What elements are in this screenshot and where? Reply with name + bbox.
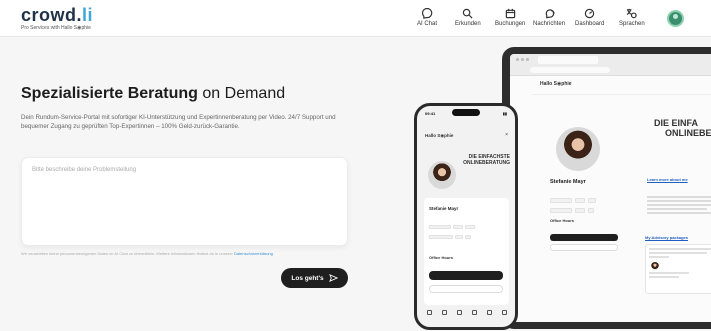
phone-brand-logo: Hallo S◉phie bbox=[425, 133, 454, 138]
nav-buchungen[interactable]: Buchungen bbox=[495, 8, 525, 34]
mockup-headline: DIE EINFA ONLINEBE bbox=[654, 118, 711, 138]
nav-label: Nachrichten bbox=[533, 21, 566, 27]
phone-bottom-nav bbox=[427, 310, 507, 315]
problem-description-input[interactable] bbox=[21, 157, 348, 246]
phone-mockup: 09:41 ▮▮ Hallo S◉phie × DIE EINFACHSTE O… bbox=[414, 103, 518, 330]
mockup-brand-logo: Hallo S◉phie bbox=[540, 81, 572, 87]
nav-label: AI Chat bbox=[417, 21, 438, 27]
nav-nachrichten[interactable]: Nachrichten bbox=[533, 8, 565, 34]
laptop-screen: Hallo S◉phie DIE EINFA ONLINEBE Stefanie… bbox=[510, 54, 711, 322]
logo-wordmark: crowd.li bbox=[21, 5, 94, 25]
phone-headline: DIE EINFACHSTE ONLINEBERATUNG bbox=[463, 154, 510, 166]
mockup-primary-button bbox=[550, 234, 618, 241]
search-icon bbox=[463, 8, 473, 19]
phone-notch bbox=[452, 109, 480, 116]
privacy-notice: Wir verarbeiten keine personenbezogenen … bbox=[21, 251, 273, 256]
nav-label: Erkunden bbox=[455, 21, 481, 27]
calendar-icon bbox=[505, 8, 515, 19]
nav-label: Buchungen bbox=[495, 21, 526, 27]
logo-subtitle: Pro Services with Hallo S◉phie bbox=[21, 25, 91, 31]
crowdli-logo[interactable]: crowd.li Pro Services with Hallo S◉phie bbox=[21, 6, 93, 31]
top-navigation-bar: crowd.li Pro Services with Hallo S◉phie … bbox=[0, 0, 711, 37]
phone-expert-name: Stefanie Mayr bbox=[429, 206, 459, 211]
nav-dashboard[interactable]: Dashboard bbox=[575, 8, 604, 34]
office-hours-title: Office Hours bbox=[550, 218, 575, 223]
language-icon bbox=[626, 8, 638, 19]
phone-primary-button bbox=[429, 271, 503, 280]
expert-name: Stefanie Mayr bbox=[550, 179, 586, 185]
chat-icon bbox=[421, 8, 432, 19]
nav-label: Dashboard bbox=[575, 21, 605, 27]
nav-erkunden[interactable]: Erkunden bbox=[455, 8, 481, 34]
close-icon: × bbox=[505, 132, 508, 138]
expert-tags bbox=[550, 197, 618, 217]
nav-label: Sprachen bbox=[619, 21, 645, 27]
browser-bar bbox=[510, 54, 711, 76]
hero-title: Spezialisierte Beratung on Demand bbox=[21, 85, 286, 102]
laptop-mockup: Hallo S◉phie DIE EINFA ONLINEBE Stefanie… bbox=[502, 47, 711, 329]
privacy-policy-link[interactable]: Datenschutzerklärung bbox=[234, 251, 273, 256]
learn-more-link: Learn more about me bbox=[647, 177, 688, 182]
phone-expert-tags bbox=[429, 224, 505, 244]
hero-description: Dein Rundum-Service-Portal mit sofortige… bbox=[21, 114, 336, 131]
nav-ai-chat[interactable]: AI Chat bbox=[417, 8, 437, 34]
start-button[interactable]: Los geht's bbox=[281, 268, 348, 288]
phone-expert-photo bbox=[428, 161, 456, 189]
about-text bbox=[647, 196, 711, 216]
battery-icon: ▮▮ bbox=[502, 111, 507, 116]
advisory-packages-link: My Advisory packages bbox=[645, 235, 688, 240]
mockup-secondary-button bbox=[550, 244, 618, 251]
user-avatar[interactable] bbox=[667, 10, 684, 27]
messages-icon bbox=[545, 9, 555, 19]
dashboard-icon bbox=[584, 8, 595, 19]
phone-office-hours-title: Office Hours bbox=[429, 255, 454, 260]
nav-sprachen[interactable]: Sprachen bbox=[619, 8, 645, 34]
phone-status-time: 09:41 bbox=[425, 111, 436, 116]
start-button-label: Los geht's bbox=[291, 274, 324, 282]
send-icon bbox=[328, 274, 338, 282]
advisory-package-card bbox=[645, 244, 711, 294]
phone-secondary-button bbox=[429, 285, 503, 293]
expert-photo bbox=[556, 127, 600, 171]
